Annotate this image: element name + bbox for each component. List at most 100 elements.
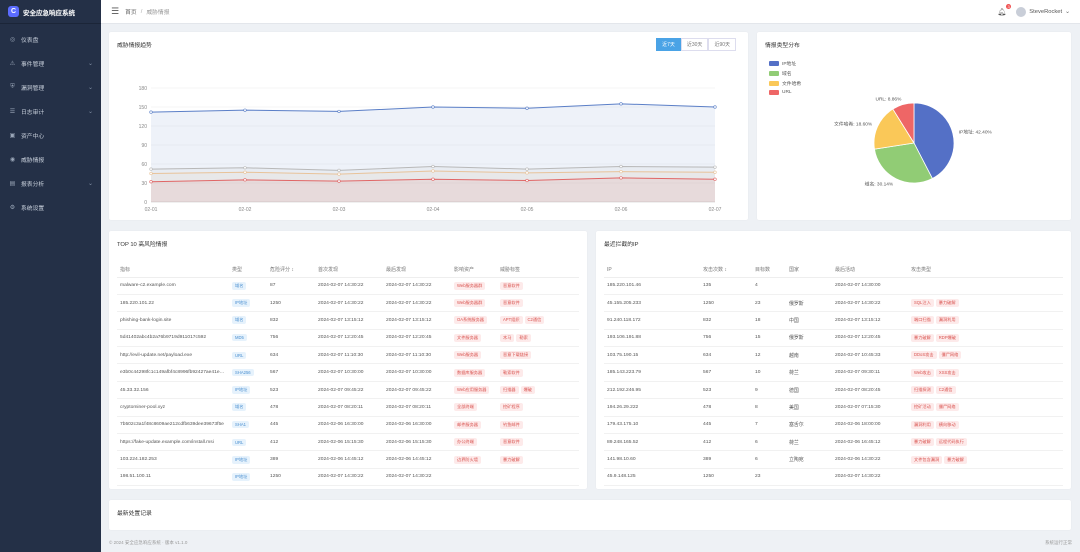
tag: 勒索 — [516, 333, 531, 342]
score-cell: 412 — [267, 433, 315, 452]
bell-icon[interactable]: 🔔︎ 3 — [997, 3, 1012, 16]
table-row[interactable]: 141.98.10.60 389 6 立陶宛 2024-02-06 14:30:… — [604, 450, 1063, 469]
table-row[interactable]: 7b502c3a1f48c8609ae212cdfb639dee39673f5e… — [117, 416, 579, 435]
tag: SQL注入 — [911, 299, 934, 308]
table-row[interactable]: phishing-bank-login.site 域名 832 2024-02-… — [117, 311, 579, 330]
data-point[interactable] — [243, 108, 247, 112]
table-row[interactable]: 193.106.191.88 756 15 俄罗斯 2024-02-07 12:… — [604, 329, 1063, 348]
table-row[interactable]: 45.9.148.125 1250 23 2024-02-07 14:30:22 — [604, 468, 1063, 487]
table-row[interactable]: 91.240.118.172 832 18 中国 2024-02-07 13:1… — [604, 311, 1063, 330]
table-row[interactable]: https://fake-update.example.com/install.… — [117, 433, 579, 452]
data-point[interactable] — [337, 172, 341, 176]
table-row[interactable]: cryptominer-pool.xyz 域名 478 2024-02-07 0… — [117, 398, 579, 417]
sidebar-item-4[interactable]: ▣ 资产中心 — [0, 123, 101, 147]
table-row[interactable]: 5d41402abc4b2a76b9719d911017c592 MD5 756… — [117, 329, 579, 348]
column-header[interactable]: 攻击次数 ↕ — [700, 263, 752, 278]
tag: XSS攻击 — [935, 368, 959, 377]
data-point[interactable] — [149, 180, 153, 184]
type-cell: URL — [229, 433, 267, 452]
data-point[interactable] — [525, 178, 529, 183]
data-point[interactable] — [713, 165, 717, 169]
tag: C2通信 — [935, 386, 956, 395]
table-row[interactable]: 194.26.29.222 478 8 美国 2024-02-07 07:15:… — [604, 398, 1063, 417]
x-tick-label: 02-01 — [145, 207, 158, 213]
data-point[interactable] — [149, 167, 153, 171]
country-cell — [786, 277, 832, 295]
table-row[interactable]: 185.143.223.79 567 10 荷兰 2024-02-07 09:3… — [604, 363, 1063, 382]
data-point[interactable] — [431, 164, 435, 169]
sidebar-item-6[interactable]: ▤ 报表分析 ⌄ — [0, 171, 101, 195]
tag: 木马 — [500, 333, 515, 342]
slice-label: 文件哈希: 18.60% — [834, 120, 873, 127]
country-cell: 中国 — [786, 311, 832, 330]
indicator-cell: 45.33.32.156 — [117, 381, 229, 400]
brand-title: 安全应急响应系统 — [23, 9, 75, 17]
target-count-cell: 6 — [752, 450, 786, 469]
attack-type-cell — [908, 468, 1063, 487]
data-point[interactable] — [337, 168, 341, 172]
data-point[interactable] — [337, 179, 341, 183]
sidebar-item-0[interactable]: ◎ 仪表盘 — [0, 27, 101, 51]
data-point[interactable] — [525, 106, 529, 110]
tags-cell — [497, 468, 579, 487]
data-point[interactable] — [431, 105, 435, 109]
sidebar-item-2[interactable]: ⛨ 漏洞管理 ⌄ — [0, 75, 101, 99]
table-row[interactable]: 179.43.175.10 445 7 塞舌尔 2024-02-06 18:00… — [604, 416, 1063, 435]
asset-cell: Web服务器 — [451, 346, 497, 365]
table-row[interactable]: 45.33.32.156 IP地址 523 2024-02-07 09:45:2… — [117, 381, 579, 400]
data-point[interactable] — [525, 171, 529, 175]
sidebar-item-3[interactable]: ☰ 日志审计 ⌄ — [0, 99, 101, 123]
user-menu[interactable]: SteveRocket ⌄ — [1016, 6, 1070, 17]
column-header[interactable]: 危险评分 ↕ — [267, 263, 315, 278]
last-activity-cell: 2024-02-07 14:30:00 — [832, 277, 908, 295]
data-point[interactable] — [713, 105, 717, 109]
attack-count-cell: 634 — [700, 346, 752, 365]
last-activity-cell: 2024-02-06 16:45:12 — [832, 433, 908, 452]
data-point[interactable] — [243, 178, 247, 182]
data-point[interactable] — [525, 167, 529, 171]
sidebar-item-5[interactable]: ◉ 威胁情报 — [0, 147, 101, 171]
column-header: 攻击类型 — [908, 263, 1063, 278]
data-point[interactable] — [713, 177, 717, 181]
trend-card: 威胁情报趋势 近7天 近30天 近90天 0 30 60 90 120 150 180 02-01… — [109, 32, 748, 220]
table-row[interactable]: http://evil-update.net/payload.exe URL 6… — [117, 346, 579, 365]
data-point[interactable] — [619, 176, 623, 180]
dashboard-icon: ◎ — [9, 36, 16, 43]
data-point[interactable] — [337, 109, 341, 114]
table-row[interactable]: 103.75.190.15 634 12 越南 2024-02-07 10:45… — [604, 346, 1063, 365]
table-row[interactable]: 45.155.205.233 1250 23 俄罗斯 2024-02-07 14… — [604, 294, 1063, 313]
data-point[interactable] — [619, 102, 623, 106]
table-row[interactable]: malware-c2.example.com 域名 87 2024-02-07 … — [117, 277, 579, 295]
breadcrumb-home[interactable]: 首页 — [125, 7, 137, 16]
table-row[interactable]: 89.248.165.52 412 6 荷兰 2024-02-06 16:45:… — [604, 433, 1063, 452]
tag: 暴力破解 — [911, 333, 934, 342]
data-point[interactable] — [149, 110, 153, 114]
table-row[interactable]: e3b0c44298fc1c149afbf4c8996fb92427ae41e4… — [117, 363, 579, 382]
sidebar-item-1[interactable]: ⚠ 事件管理 ⌄ — [0, 51, 101, 75]
type-tag: MD5 — [232, 334, 247, 342]
country-cell — [786, 468, 832, 487]
table-row[interactable]: 103.224.182.253 IP地址 389 2024-02-06 14:4… — [117, 450, 579, 469]
data-point[interactable] — [619, 164, 623, 169]
menu-toggle-icon[interactable]: ☰ — [111, 6, 119, 17]
table-row[interactable]: 198.51.100.11 IP地址 1250 2024-02-07 14:30… — [117, 468, 579, 487]
brand[interactable]: C 安全应急响应系统 — [0, 0, 101, 24]
country-cell: 塞舌尔 — [786, 416, 832, 435]
table-row[interactable]: 185.220.101.22 IP地址 1250 2024-02-07 14:3… — [117, 294, 579, 313]
type-cell: IP地址 — [229, 294, 267, 313]
data-point[interactable] — [243, 170, 247, 174]
y-tick-label: 180 — [139, 86, 148, 92]
data-point[interactable] — [431, 169, 435, 173]
table-row[interactable]: 185.220.101.46 135 4 2024-02-07 14:30:00 — [604, 277, 1063, 295]
table-row[interactable]: 212.192.246.95 523 9 德国 2024-02-07 08:20… — [604, 381, 1063, 400]
attack-count-cell: 1250 — [700, 468, 752, 487]
score-cell: 445 — [267, 416, 315, 435]
data-point[interactable] — [713, 170, 717, 174]
sidebar-item-7[interactable]: ⚙ 系统设置 — [0, 195, 101, 219]
data-point[interactable] — [243, 166, 247, 170]
data-point[interactable] — [149, 171, 153, 176]
indicator-cell: 5d41402abc4b2a76b9719d911017c592 — [117, 329, 229, 348]
data-point[interactable] — [619, 170, 623, 174]
last-activity-cell: 2024-02-06 18:00:00 — [832, 416, 908, 435]
data-point[interactable] — [431, 177, 435, 181]
